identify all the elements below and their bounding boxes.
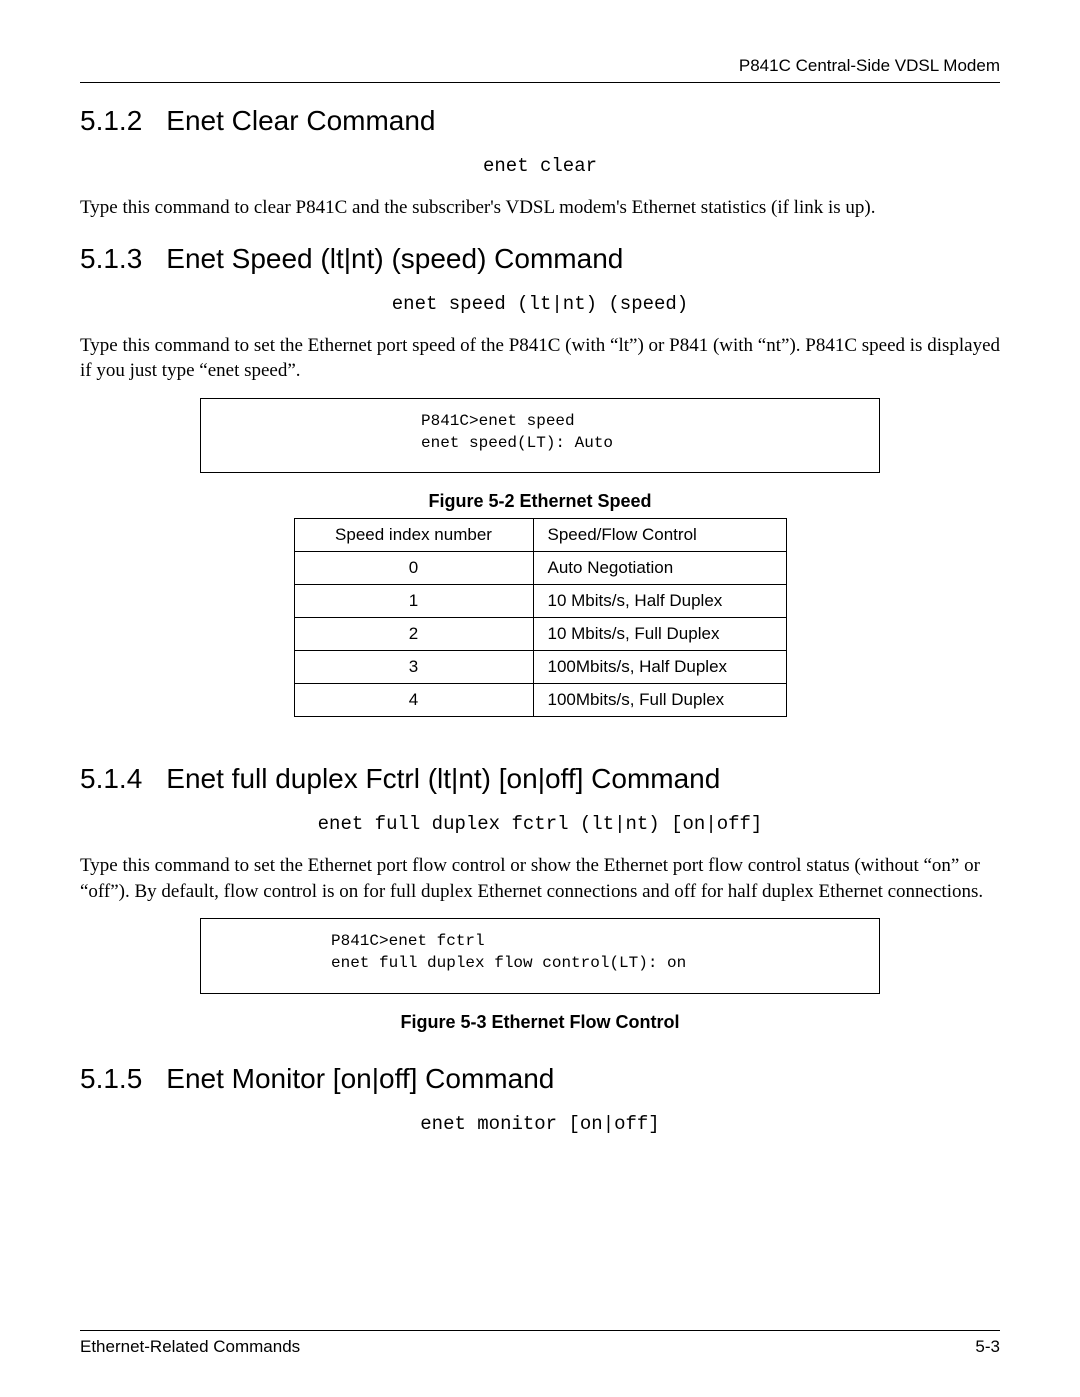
table-row: 2 10 Mbits/s, Full Duplex (294, 618, 786, 651)
paragraph-5-1-2: Type this command to clear P841C and the… (80, 195, 1000, 221)
table-cell: 3 (294, 651, 533, 684)
footer-right: 5-3 (975, 1337, 1000, 1357)
code-content: P841C>enet speed enet speed(LT): Auto (421, 411, 861, 454)
heading-title: Enet full duplex Fctrl (lt|nt) [on|off] … (166, 763, 720, 795)
table-header-row: Speed index number Speed/Flow Control (294, 519, 786, 552)
figure-caption-5-2: Figure 5-2 Ethernet Speed (80, 491, 1000, 512)
paragraph-5-1-3: Type this command to set the Ethernet po… (80, 333, 1000, 384)
table-row: 4 100Mbits/s, Full Duplex (294, 684, 786, 717)
code-box-5-1-3: P841C>enet speed enet speed(LT): Auto (200, 398, 880, 473)
table-header-cell: Speed index number (294, 519, 533, 552)
table-cell: Auto Negotiation (533, 552, 786, 585)
table-row: 3 100Mbits/s, Half Duplex (294, 651, 786, 684)
heading-number: 5.1.3 (80, 243, 142, 275)
figure-caption-5-3: Figure 5-3 Ethernet Flow Control (80, 1012, 1000, 1033)
table-cell: 4 (294, 684, 533, 717)
heading-number: 5.1.5 (80, 1063, 142, 1095)
page-footer: Ethernet-Related Commands 5-3 (80, 1330, 1000, 1357)
table-row: 0 Auto Negotiation (294, 552, 786, 585)
heading-5-1-4: 5.1.4 Enet full duplex Fctrl (lt|nt) [on… (80, 763, 1000, 795)
heading-number: 5.1.4 (80, 763, 142, 795)
heading-number: 5.1.2 (80, 105, 142, 137)
table-cell: 1 (294, 585, 533, 618)
paragraph-5-1-4: Type this command to set the Ethernet po… (80, 853, 1000, 904)
heading-title: Enet Monitor [on|off] Command (166, 1063, 554, 1095)
table-cell: 100Mbits/s, Half Duplex (533, 651, 786, 684)
command-5-1-5: enet monitor [on|off] (80, 1113, 1000, 1135)
heading-title: Enet Speed (lt|nt) (speed) Command (166, 243, 623, 275)
table-cell: 10 Mbits/s, Full Duplex (533, 618, 786, 651)
command-5-1-3: enet speed (lt|nt) (speed) (80, 293, 1000, 315)
speed-table: Speed index number Speed/Flow Control 0 … (294, 518, 787, 717)
running-header: P841C Central-Side VDSL Modem (80, 56, 1000, 83)
table-row: 1 10 Mbits/s, Half Duplex (294, 585, 786, 618)
command-5-1-4: enet full duplex fctrl (lt|nt) [on|off] (80, 813, 1000, 835)
table-cell: 10 Mbits/s, Half Duplex (533, 585, 786, 618)
table-cell: 0 (294, 552, 533, 585)
table-cell: 100Mbits/s, Full Duplex (533, 684, 786, 717)
table-cell: 2 (294, 618, 533, 651)
heading-5-1-5: 5.1.5 Enet Monitor [on|off] Command (80, 1063, 1000, 1095)
footer-left: Ethernet-Related Commands (80, 1337, 300, 1357)
heading-5-1-3: 5.1.3 Enet Speed (lt|nt) (speed) Command (80, 243, 1000, 275)
heading-title: Enet Clear Command (166, 105, 435, 137)
code-box-5-1-4: P841C>enet fctrl enet full duplex flow c… (200, 918, 880, 993)
command-5-1-2: enet clear (80, 155, 1000, 177)
code-content: P841C>enet fctrl enet full duplex flow c… (331, 931, 861, 974)
heading-5-1-2: 5.1.2 Enet Clear Command (80, 105, 1000, 137)
table-header-cell: Speed/Flow Control (533, 519, 786, 552)
